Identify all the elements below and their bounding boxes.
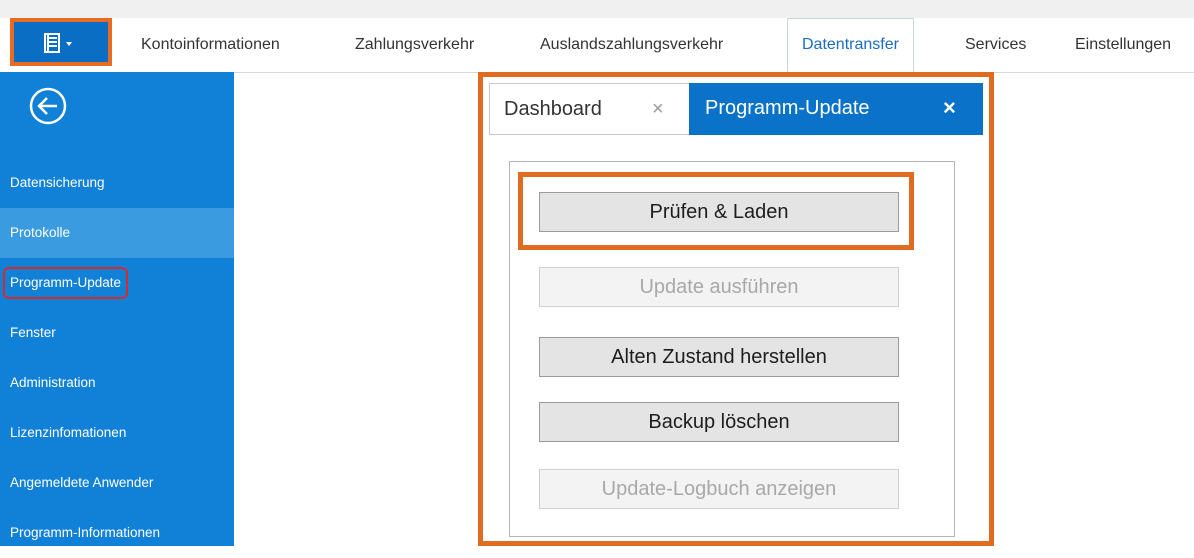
app-menu-button[interactable]: [10, 18, 112, 66]
close-tab-icon[interactable]: ×: [652, 98, 664, 121]
top-strip: [0, 0, 1194, 18]
tab-programm-update[interactable]: Programm-Update ×: [689, 83, 983, 135]
sidebar-item-label: Fenster: [10, 325, 56, 341]
sidebar-item-label: Protokolle: [10, 225, 71, 241]
menu-item-auslandszahlungsverkehr[interactable]: Auslandszahlungsverkehr: [540, 18, 723, 72]
sidebar-item-administration[interactable]: Administration: [0, 358, 234, 408]
tab-label: Programm-Update: [705, 97, 870, 119]
restore-previous-state-button[interactable]: Alten Zustand herstellen: [539, 337, 899, 377]
menu-item-einstellungen[interactable]: Einstellungen: [1075, 18, 1171, 72]
sidebar-item-angemeldete-anwender[interactable]: Angemeldete Anwender: [0, 458, 234, 508]
menu-item-services[interactable]: Services: [965, 18, 1026, 72]
run-update-button[interactable]: Update ausführen: [539, 267, 899, 307]
sidebar-item-protokolle[interactable]: Protokolle: [0, 208, 234, 258]
sidebar-item-fenster[interactable]: Fenster: [0, 308, 234, 358]
menu-item-zahlungsverkehr[interactable]: Zahlungsverkehr: [355, 18, 474, 72]
back-arrow-icon[interactable]: [28, 86, 68, 126]
sidebar-item-datensicherung[interactable]: Datensicherung: [0, 158, 234, 208]
tab-dashboard[interactable]: Dashboard ×: [489, 83, 689, 135]
menu-item-kontoinformationen[interactable]: Kontoinformationen: [141, 18, 280, 72]
sidebar-item-label: Administration: [10, 375, 96, 391]
app-menu-icon: [44, 33, 72, 53]
show-update-log-button[interactable]: Update-Logbuch anzeigen: [539, 469, 899, 509]
close-tab-icon[interactable]: ×: [943, 95, 956, 121]
sidebar-item-label: Programm-Update: [3, 267, 129, 300]
sidebar-item-programm-informationen[interactable]: Programm-Informationen: [0, 508, 234, 558]
programm-update-dialog: Dashboard × Programm-Update × Prüfen & L…: [478, 72, 994, 546]
tab-bar: Dashboard × Programm-Update ×: [489, 83, 983, 135]
sidebar-item-label: Angemeldete Anwender: [10, 475, 154, 491]
sidebar-item-label: Datensicherung: [10, 175, 105, 191]
sidebar: Datensicherung Protokolle Programm-Updat…: [0, 72, 234, 546]
menu-item-datentransfer[interactable]: Datentransfer: [787, 18, 914, 72]
highlight-box: [518, 172, 914, 250]
menu-bar: Kontoinformationen Zahlungsverkehr Ausla…: [0, 18, 1194, 73]
sidebar-item-label: Lizenzinfomationen: [10, 425, 127, 441]
sidebar-item-lizenzinformationen[interactable]: Lizenzinfomationen: [0, 408, 234, 458]
sidebar-item-label: Programm-Informationen: [10, 525, 161, 541]
delete-backup-button[interactable]: Backup löschen: [539, 402, 899, 442]
tab-label: Dashboard: [504, 98, 602, 120]
sidebar-item-programm-update[interactable]: Programm-Update: [0, 258, 234, 308]
